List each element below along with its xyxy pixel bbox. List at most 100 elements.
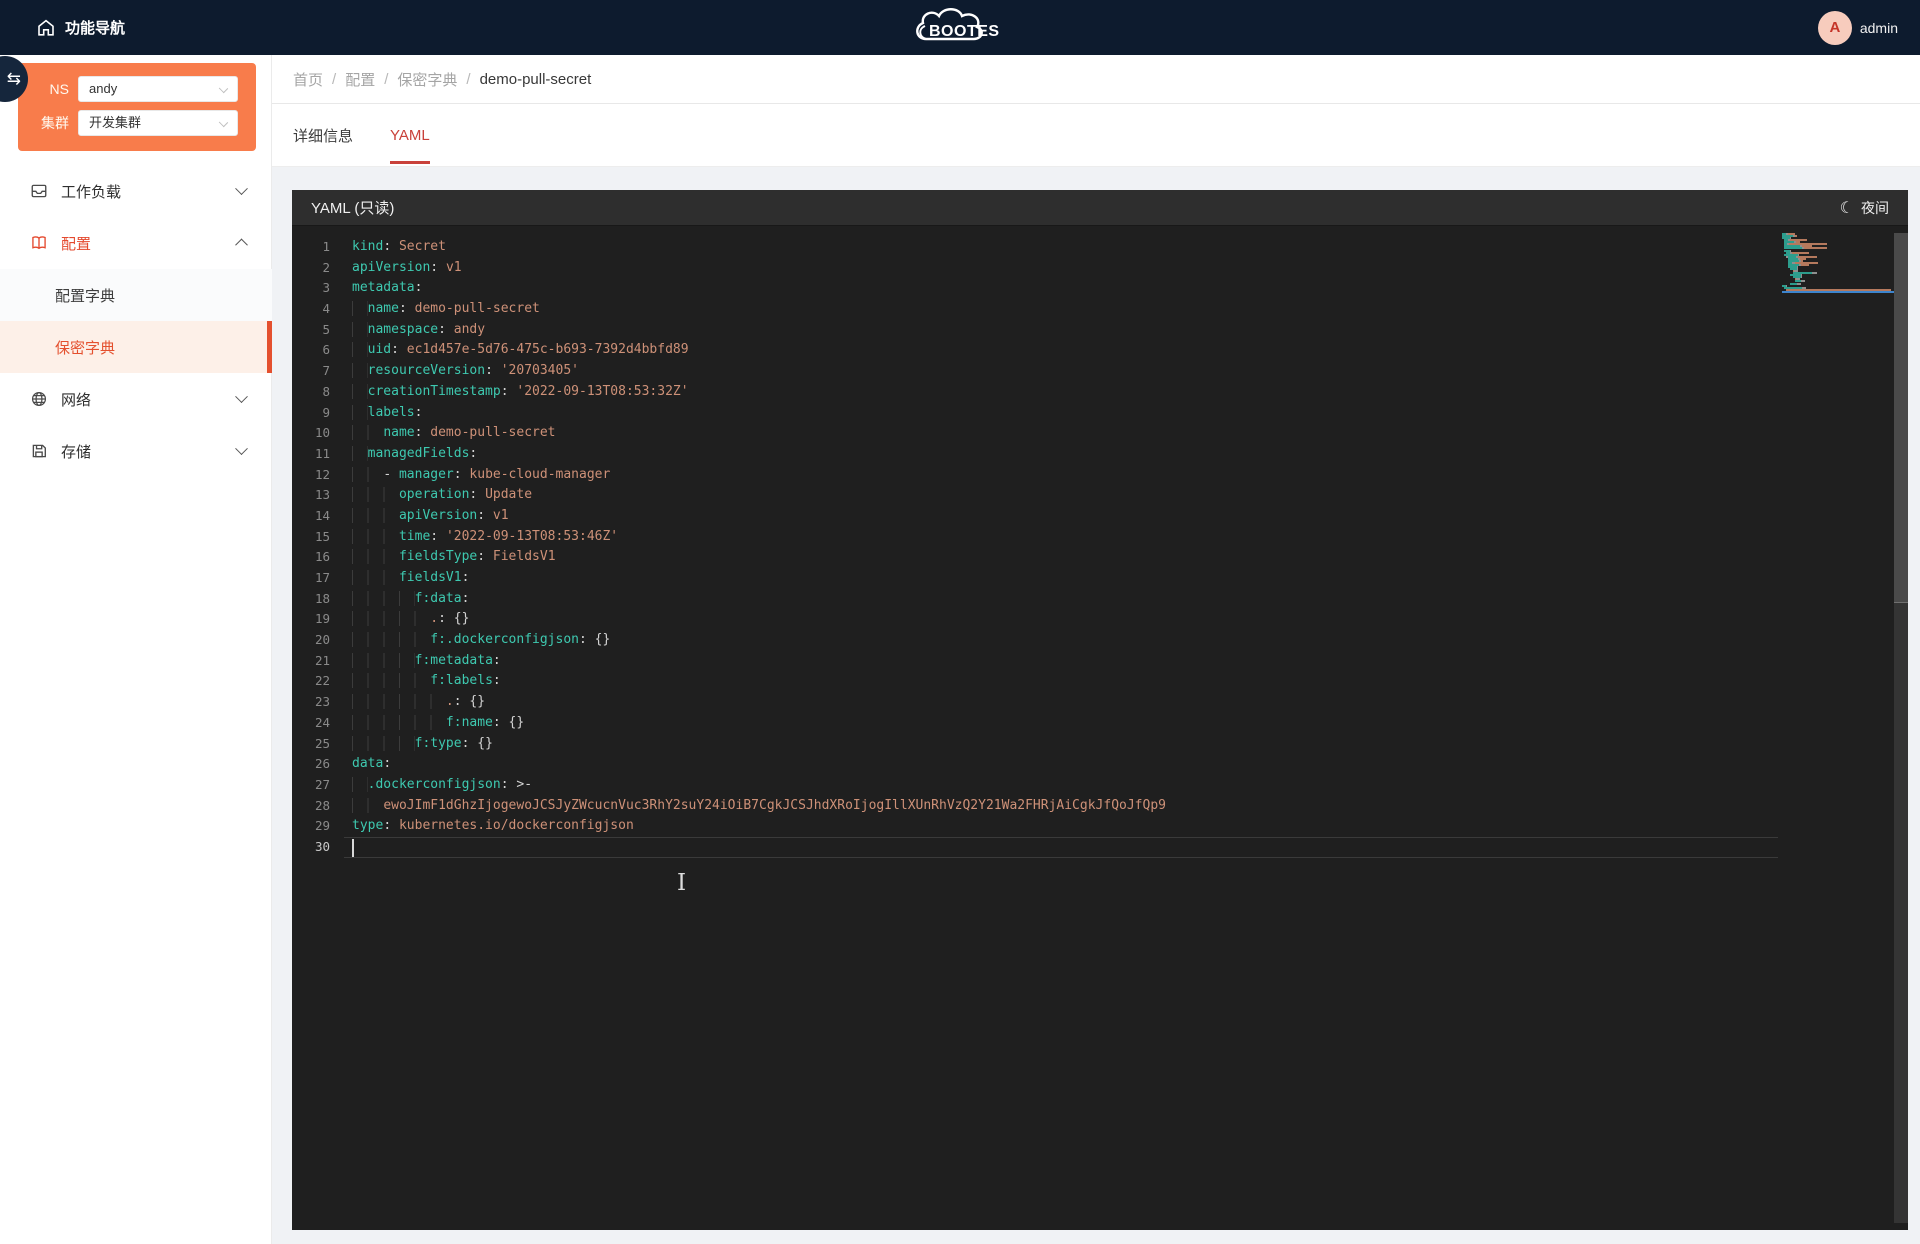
code-line: 21 f:metadata: [292,651,1166,672]
namespace-panel: NS andy 集群 开发集群 [18,63,256,151]
namespace-select-value: andy [89,81,117,96]
line-content: namespace: andy [352,320,485,341]
line-number: 26 [292,754,330,775]
line-content: f:.dockerconfigjson: {} [352,630,610,651]
brand-text: BOOTES [929,23,1000,41]
line-content: creationTimestamp: '2022-09-13T08:53:32Z… [352,382,689,403]
line-content: .: {} [352,692,485,713]
user-menu[interactable]: A admin [1818,0,1898,55]
sidebar-item-label: 工作负载 [61,181,121,202]
line-number: 2 [292,258,330,279]
line-number: 21 [292,651,330,672]
code-line: 19 .: {} [292,609,1166,630]
page-header: 首页/配置/保密字典/demo-pull-secret 详细信息YAML [272,55,1920,167]
line-number: 3 [292,278,330,299]
line-content: name: demo-pull-secret [352,299,540,320]
line-content: type: kubernetes.io/dockerconfigjson [352,816,634,837]
namespace-select[interactable]: andy [78,76,238,102]
line-number: 13 [292,485,330,506]
code-line: 29type: kubernetes.io/dockerconfigjson [292,816,1166,837]
line-number: 12 [292,465,330,486]
divider [272,103,1920,104]
code-line: 9 labels: [292,403,1166,424]
avatar: A [1818,11,1852,45]
line-content: apiVersion: v1 [352,506,509,527]
line-content: f:type: {} [352,734,493,755]
sidebar-item-secret[interactable]: 保密字典 [0,321,272,373]
line-content: kind: Secret [352,237,446,258]
code-line: 2apiVersion: v1 [292,258,1166,279]
sidebar-menu: 工作负载配置配置字典保密字典网络存储 [0,165,272,477]
nav-home-label: 功能导航 [65,17,125,38]
line-content: ewoJImF1dGhzIjogewoJCSJyZWcucnVuc3RhY2su… [352,796,1166,817]
code-line: 14 apiVersion: v1 [292,506,1166,527]
sidebar-item-network[interactable]: 网络 [0,373,272,425]
home-icon [36,18,56,38]
minimap-line [1782,293,1894,295]
line-number: 25 [292,734,330,755]
cluster-select[interactable]: 开发集群 [78,110,238,136]
cluster-label: 集群 [18,113,78,133]
code-line: 10 name: demo-pull-secret [292,423,1166,444]
yaml-editor[interactable]: 1kind: Secret2apiVersion: v13metadata:4 … [292,226,1908,1230]
code-line: 5 namespace: andy [292,320,1166,341]
breadcrumb: 首页/配置/保密字典/demo-pull-secret [293,55,591,103]
mouse-cursor-ibeam: I [677,870,686,896]
code-line: 3metadata: [292,278,1166,299]
night-mode-label: 夜间 [1861,198,1889,218]
code-line: 12 - manager: kube-cloud-manager [292,465,1166,486]
code-line: 6 uid: ec1d457e-5d76-475c-b693-7392d4bbf… [292,340,1166,361]
code-line: 28 ewoJImF1dGhzIjogewoJCSJyZWcucnVuc3RhY… [292,796,1166,817]
line-content: operation: Update [352,485,532,506]
editor-title: YAML (只读) [311,197,394,218]
sidebar-item-configmap[interactable]: 配置字典 [0,269,272,321]
code-line: 20 f:.dockerconfigjson: {} [292,630,1166,651]
tab-label: YAML [390,127,430,144]
chevron-down-icon [235,390,248,403]
sidebar-item-workloads[interactable]: 工作负载 [0,165,272,217]
line-number: 20 [292,630,330,651]
chevron-down-icon [235,182,248,195]
line-content: uid: ec1d457e-5d76-475c-b693-7392d4bbfd8… [352,340,689,361]
tab-active-underline [390,161,430,164]
code-line: 23 .: {} [292,692,1166,713]
sidebar-item-label: 存储 [61,441,91,462]
sidebar-item-label: 网络 [61,389,91,410]
line-number: 1 [292,237,330,258]
tab-label: 详细信息 [293,125,353,146]
nav-home[interactable]: 功能导航 [36,0,125,55]
line-number: 6 [292,340,330,361]
breadcrumb-link[interactable]: 首页 [293,69,323,90]
sidebar-item-config[interactable]: 配置 [0,217,272,269]
code-line: 13 operation: Update [292,485,1166,506]
moon-icon: ☾ [1840,198,1854,218]
line-number: 30 [292,837,330,858]
tab-yaml[interactable]: YAML [390,104,430,166]
divider [272,166,1920,167]
night-mode-toggle[interactable]: ☾ 夜间 [1840,198,1889,218]
scrollbar-thumb[interactable] [1894,233,1908,603]
editor-scrollbar[interactable] [1894,233,1908,1223]
sidebar-item-storage[interactable]: 存储 [0,425,272,477]
breadcrumb-link[interactable]: 保密字典 [397,69,457,90]
chevron-up-icon [235,238,248,251]
code-line: 1 kind: Secret [292,237,1166,258]
line-number: 7 [292,361,330,382]
code-line: 7 resourceVersion: '20703405' [292,361,1166,382]
breadcrumb-separator: / [384,71,388,88]
line-content: fieldsType: FieldsV1 [352,547,556,568]
current-line-highlight [344,837,1778,858]
line-number: 10 [292,423,330,444]
chevron-down-icon [219,84,228,93]
tab-details[interactable]: 详细信息 [293,104,353,166]
line-number: 8 [292,382,330,403]
workload-icon [30,182,48,200]
line-content: time: '2022-09-13T08:53:46Z' [352,527,618,548]
line-number: 19 [292,609,330,630]
line-content: name: demo-pull-secret [352,423,556,444]
line-content: f:metadata: [352,651,501,672]
line-number: 15 [292,527,330,548]
line-content: managedFields: [352,444,477,465]
code-line: 8 creationTimestamp: '2022-09-13T08:53:3… [292,382,1166,403]
breadcrumb-link[interactable]: 配置 [345,69,375,90]
